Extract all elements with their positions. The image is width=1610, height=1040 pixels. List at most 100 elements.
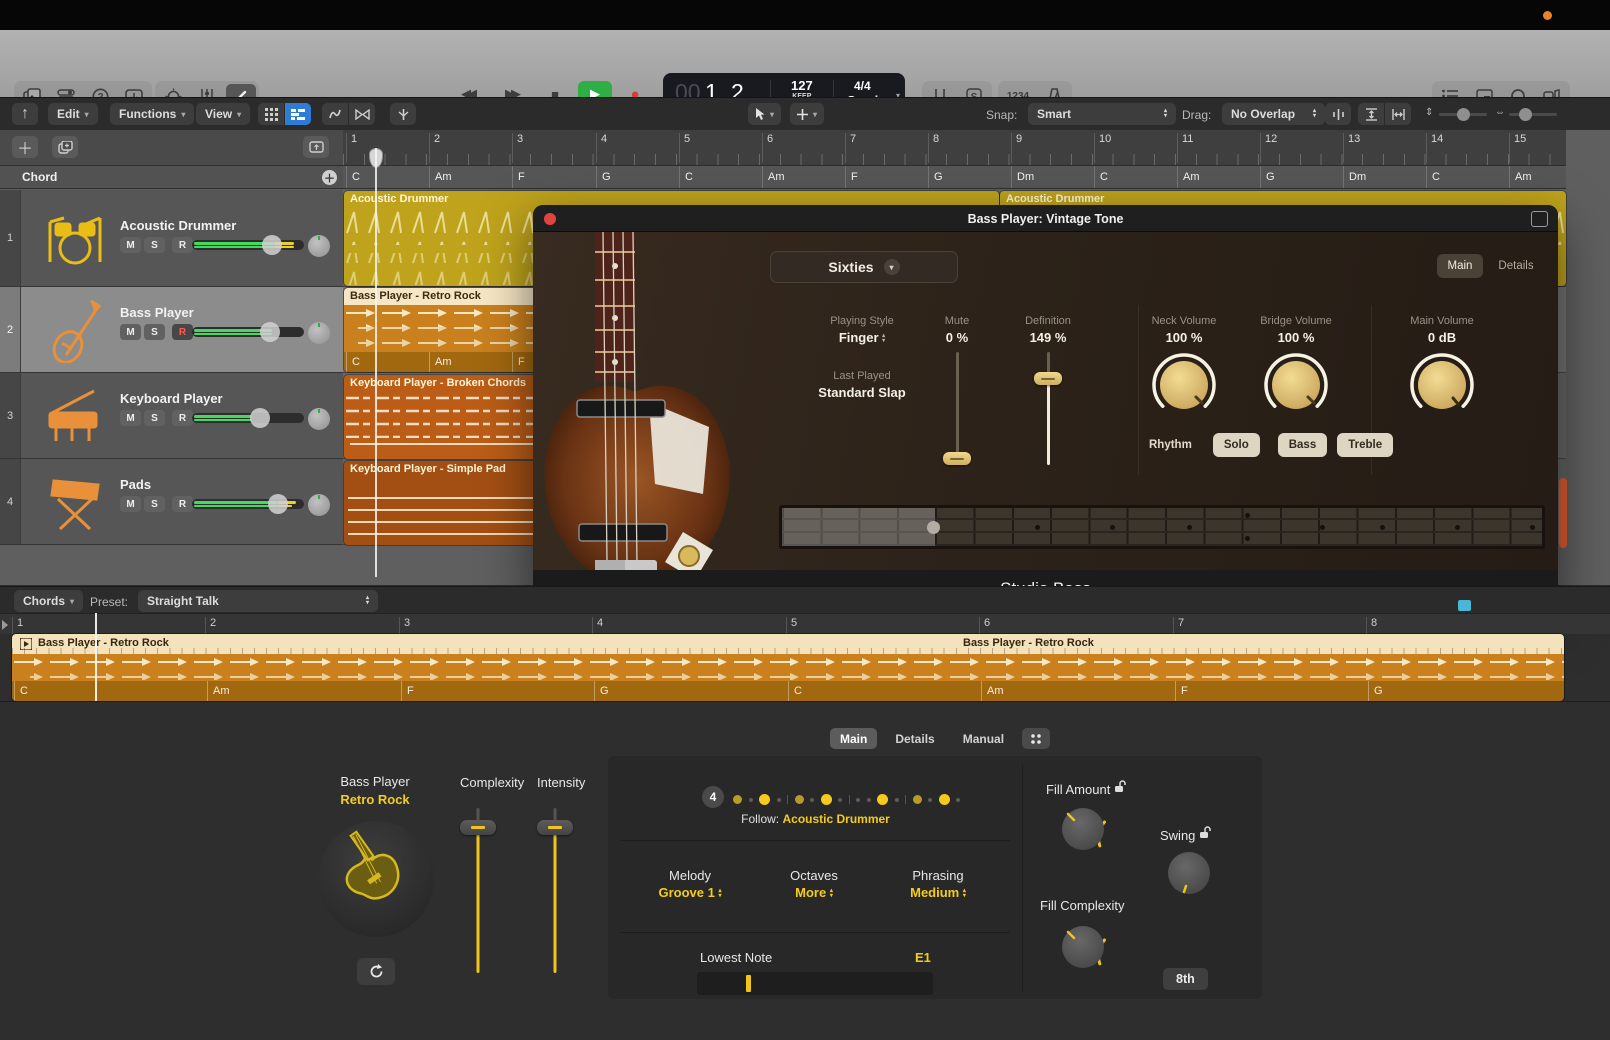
track-name[interactable]: Bass Player	[120, 305, 194, 320]
treble-tone-button[interactable]: Treble	[1337, 433, 1393, 457]
editor-chord[interactable]: Am	[981, 681, 1177, 701]
swing-knob[interactable]	[1160, 844, 1218, 902]
track-view-icon[interactable]	[285, 103, 311, 125]
chord-cell[interactable]: Dm	[1343, 166, 1429, 188]
editor-chord[interactable]: C	[14, 681, 210, 701]
playhead[interactable]	[375, 148, 377, 577]
marquee-tool-icon[interactable]	[349, 103, 375, 125]
add-chord-icon[interactable]: ＋	[322, 170, 337, 185]
waveform-zoom-icon[interactable]	[1325, 103, 1351, 125]
chord-cell[interactable]: G	[596, 166, 682, 188]
intensity-slider-handle[interactable]	[537, 820, 573, 835]
record-enable-button[interactable]: R	[172, 237, 193, 253]
glue-tool-icon[interactable]	[322, 103, 348, 125]
solo-button[interactable]: S	[144, 410, 165, 426]
drag-menu[interactable]: No Overlap▴▾	[1222, 103, 1325, 125]
vertical-zoom-slider[interactable]: ⇕	[1425, 107, 1487, 121]
close-window-icon[interactable]	[544, 213, 556, 225]
functions-menu[interactable]: Functions▾	[110, 103, 194, 125]
editor-mode-menu[interactable]: Chords▾	[14, 590, 83, 612]
intensity-slider[interactable]	[554, 828, 557, 973]
lowest-note-marker[interactable]	[746, 975, 751, 992]
bridge-volume-knob[interactable]	[1261, 350, 1331, 420]
editor-scroll-handle[interactable]	[1458, 600, 1471, 611]
track-header-keyboard-player[interactable]: 3 Keyboard Player M S R	[0, 373, 343, 459]
track-header-pads[interactable]: 4 Pads M S R	[0, 459, 343, 545]
volume-slider[interactable]	[192, 499, 304, 509]
vertical-zoom-icon[interactable]	[1358, 103, 1384, 125]
chord-cell[interactable]: C	[679, 166, 765, 188]
volume-slider[interactable]	[192, 413, 304, 423]
editor-region-bass-retro-rock[interactable]: Bass Player - Retro Rock Bass Player - R…	[12, 634, 1564, 701]
inspector-style-name[interactable]: Retro Rock	[290, 792, 460, 807]
track-name[interactable]: Keyboard Player	[120, 391, 223, 406]
horizontal-zoom-icon[interactable]	[1385, 103, 1411, 125]
regenerate-button[interactable]	[357, 958, 395, 985]
chord-cell[interactable]: Am	[1177, 166, 1263, 188]
tab-manual[interactable]: Manual	[953, 728, 1014, 749]
edit-menu[interactable]: Edit▾	[48, 103, 98, 125]
chord-track[interactable]: C Am F G C Am F G Dm C Am G Dm C Am	[343, 166, 1566, 189]
chord-cell[interactable]: F	[512, 166, 599, 188]
solo-pickup-button[interactable]: Solo	[1213, 433, 1260, 457]
rhythm-button[interactable]: Rhythm	[1138, 433, 1203, 457]
main-volume-knob[interactable]	[1407, 350, 1477, 420]
solo-button[interactable]: S	[144, 496, 165, 512]
chord-cell[interactable]: Dm	[1011, 166, 1097, 188]
volume-slider[interactable]	[192, 240, 304, 250]
view-menu[interactable]: View▾	[196, 103, 250, 125]
pan-knob[interactable]	[308, 494, 330, 516]
tab-details[interactable]: Details	[885, 728, 944, 749]
pan-knob[interactable]	[308, 322, 330, 344]
editor-chord-strip[interactable]: C Am F G C Am F G	[12, 681, 1564, 701]
collapse-tracks-button[interactable]	[303, 136, 329, 158]
pan-knob[interactable]	[308, 235, 330, 257]
track-name[interactable]: Pads	[120, 477, 151, 492]
record-enable-button[interactable]: R	[172, 496, 193, 512]
chord-cell[interactable]: Am	[762, 166, 848, 188]
chord-cell[interactable]: C	[1426, 166, 1512, 188]
horizontal-zoom-slider[interactable]: ⇔	[1495, 107, 1557, 121]
bass-tone-button[interactable]: Bass	[1278, 433, 1328, 457]
chord-cell[interactable]: C	[1094, 166, 1180, 188]
snap-menu[interactable]: Smart▴▾	[1028, 103, 1176, 125]
chord-cell[interactable]: G	[1260, 166, 1346, 188]
editor-region-body[interactable]	[12, 654, 1564, 681]
quantize-tool-icon[interactable]	[390, 103, 416, 125]
chord-cell[interactable]: Am	[1509, 166, 1572, 188]
definition-slider-handle[interactable]	[1034, 372, 1062, 385]
solo-button[interactable]: S	[144, 324, 165, 340]
editor-ruler[interactable]: 1 2 3 4 5 6 7 8	[0, 613, 1610, 634]
mute-button[interactable]: M	[120, 496, 141, 512]
grid-view-icon[interactable]	[258, 103, 284, 125]
fretboard-display[interactable]	[779, 505, 1545, 549]
pan-knob[interactable]	[308, 408, 330, 430]
fill-amount-knob[interactable]	[1054, 800, 1112, 858]
editor-preset-menu[interactable]: Straight Talk▴▾	[138, 590, 378, 612]
complexity-slider[interactable]	[477, 828, 480, 973]
plugin-title-bar[interactable]: Bass Player: Vintage Tone	[533, 205, 1558, 232]
pointer-tool-menu[interactable]: ▾	[748, 103, 781, 125]
chord-cell[interactable]: Am	[429, 166, 515, 188]
complexity-slider-handle[interactable]	[460, 820, 496, 835]
pattern-dots[interactable]	[733, 794, 960, 805]
mute-button[interactable]: M	[120, 324, 141, 340]
hide-tracks-icon[interactable]: ↑	[12, 103, 38, 125]
chord-track-header[interactable]: Chord ＋	[0, 166, 343, 189]
fill-complexity-knob[interactable]	[1054, 918, 1112, 976]
chord-cell[interactable]: C	[346, 166, 432, 188]
record-enable-button[interactable]: R	[172, 324, 193, 340]
mute-slider-handle[interactable]	[943, 452, 971, 465]
editor-chord[interactable]: G	[594, 681, 790, 701]
follow-row[interactable]: Follow: Acoustic Drummer	[608, 812, 1023, 826]
chord-cell[interactable]: F	[845, 166, 931, 188]
lowest-note-slider[interactable]	[697, 972, 933, 995]
editor-playhead[interactable]	[95, 613, 97, 701]
plugin-window-bass-player[interactable]: Bass Player: Vintage Tone Sixties ▾ Main	[533, 205, 1558, 607]
mute-slider[interactable]	[956, 352, 959, 465]
editor-chord[interactable]: C	[788, 681, 984, 701]
link-window-icon[interactable]	[1531, 211, 1548, 227]
beat-count-badge[interactable]: 4	[702, 786, 724, 808]
editor-chord[interactable]: F	[1175, 681, 1371, 701]
duplicate-track-button[interactable]	[52, 136, 78, 158]
